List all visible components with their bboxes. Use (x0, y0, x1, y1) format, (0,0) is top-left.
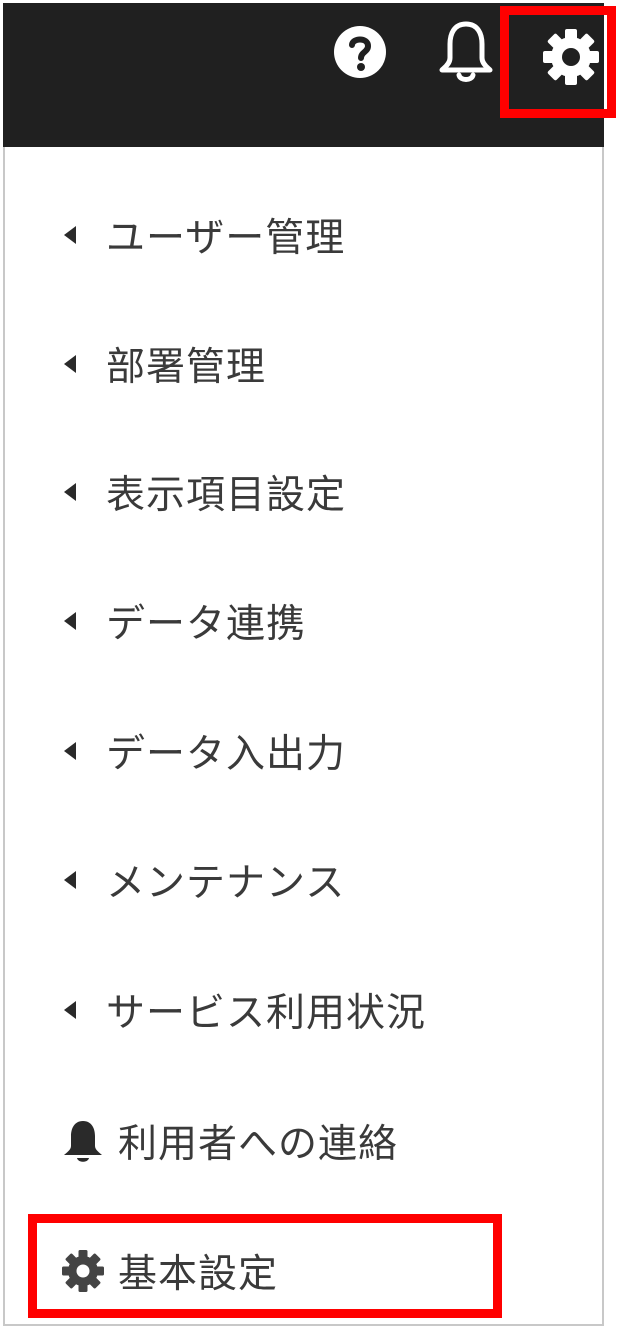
menu-item-department-management[interactable]: 部署管理 (50, 329, 570, 399)
gear-icon (62, 1250, 104, 1292)
caret-left-icon (64, 612, 76, 630)
menu-item-label: サービス利用状況 (106, 991, 427, 1036)
menu-item-label: 利用者への連絡 (118, 1122, 399, 1167)
menu-item-label: メンテナンス (106, 861, 346, 906)
menu-item-maintenance[interactable]: メンテナンス (50, 845, 570, 915)
menu-item-label: 部署管理 (106, 345, 267, 390)
menu-item-label: 表示項目設定 (106, 473, 347, 518)
menu-item-data-import-export[interactable]: データ入出力 (50, 716, 570, 786)
caret-left-icon (64, 355, 76, 373)
caret-left-icon (64, 871, 76, 889)
menu-item-label: ユーザー管理 (106, 216, 346, 261)
caret-left-icon (64, 483, 76, 501)
caret-left-icon (64, 226, 76, 244)
menu-item-label: データ入出力 (106, 732, 347, 777)
menu-item-user-notifications[interactable]: 利用者への連絡 (50, 1106, 570, 1176)
menu-item-service-usage[interactable]: サービス利用状況 (50, 975, 570, 1045)
caret-left-icon (64, 1001, 76, 1019)
menu-item-basic-settings[interactable]: 基本設定 (50, 1236, 570, 1306)
caret-left-icon (64, 742, 76, 760)
settings-menu: ユーザー管理 部署管理 表示項目設定 データ連携 データ入出力 メンテナンス サ… (0, 0, 617, 1330)
menu-item-user-management[interactable]: ユーザー管理 (50, 200, 570, 270)
menu-item-label: データ連携 (106, 602, 307, 647)
menu-item-display-item-settings[interactable]: 表示項目設定 (50, 457, 570, 527)
menu-item-label: 基本設定 (118, 1252, 279, 1297)
menu-item-data-integration[interactable]: データ連携 (50, 586, 570, 656)
bell-icon (64, 1121, 102, 1162)
